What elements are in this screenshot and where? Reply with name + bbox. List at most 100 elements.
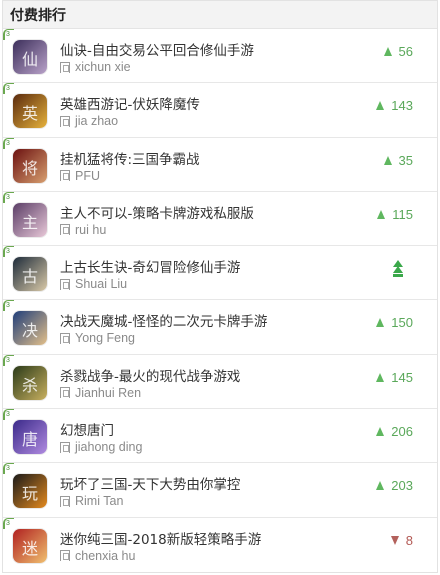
developer: jiahong ding bbox=[60, 440, 142, 454]
developer: Rimi Tan bbox=[60, 494, 123, 508]
rank-change: 206 bbox=[376, 424, 413, 439]
rank-up-arrow-icon bbox=[376, 101, 385, 111]
app-title-link[interactable]: 迷你纯三国-2018新版轻策略手游 bbox=[60, 528, 261, 548]
app-list-item[interactable]: 3 仙 仙诀-自由交易公平回合修仙手游 xichun xie 56 bbox=[3, 29, 437, 84]
app-icon-artwork: 决 bbox=[21, 321, 38, 341]
developer: jia zhao bbox=[60, 114, 118, 128]
app-list-item[interactable]: 3 将 挂机猛将传:三国争霸战 PFU 35 bbox=[3, 137, 437, 192]
rank-up-arrow-icon bbox=[376, 318, 385, 328]
app-list-item[interactable]: 3 主 主人不可以-策略卡牌游戏私服版 rui hu 115 bbox=[3, 191, 437, 247]
rank-change: 145 bbox=[376, 370, 413, 385]
app-list-item[interactable]: 3 唐 幻想唐门 jiahong ding 206 bbox=[3, 409, 437, 464]
rank-badge: 3 bbox=[3, 354, 14, 366]
shanggu-changsheng-app-icon[interactable]: 古 bbox=[13, 257, 47, 292]
rank-change-value: 56 bbox=[398, 44, 413, 59]
rank-change-value: 203 bbox=[391, 478, 413, 494]
panel-header: 付费排行 bbox=[3, 1, 437, 29]
developer-building-icon bbox=[60, 115, 70, 127]
app-title-link[interactable]: 英雄西游记-伏妖降魔传 bbox=[60, 93, 200, 113]
developer-building-icon bbox=[60, 224, 70, 236]
developer-name: Yong Feng bbox=[75, 331, 136, 346]
rank-up-arrow-icon bbox=[376, 372, 385, 382]
app-title-link[interactable]: 挂机猛将传:三国争霸战 bbox=[60, 148, 200, 168]
app-icon-artwork: 仙 bbox=[21, 50, 38, 69]
developer-building-icon bbox=[60, 61, 70, 73]
rank-change: 35 bbox=[383, 152, 413, 168]
developer: xichun xie bbox=[60, 60, 131, 74]
developer-building-icon bbox=[60, 332, 70, 344]
developer-name: Shuai Liu bbox=[75, 277, 128, 292]
app-icon-artwork: 迷 bbox=[21, 538, 38, 558]
app-title-link[interactable]: 玩坏了三国-天下大势由你掌控 bbox=[60, 473, 240, 493]
rank-change: 115 bbox=[377, 207, 413, 222]
developer-name: xichun xie bbox=[75, 60, 131, 74]
juezhan-tianmocheng-app-icon[interactable]: 决 bbox=[13, 311, 47, 346]
rank-change-value: 206 bbox=[391, 424, 413, 440]
app-title-link[interactable]: 上古长生诀-奇幻冒险修仙手游 bbox=[60, 256, 240, 276]
app-list-item[interactable]: 3 玩 玩坏了三国-天下大势由你掌控 Rimi Tan 203 bbox=[3, 463, 437, 518]
rank-badge: 3 bbox=[3, 29, 14, 40]
developer-building-icon bbox=[60, 387, 70, 399]
developer-name: PFU bbox=[75, 168, 100, 183]
app-icon-artwork: 唐 bbox=[21, 430, 38, 450]
panel-title: 付费排行 bbox=[10, 7, 66, 24]
developer: Shuai Liu bbox=[60, 277, 127, 291]
app-title-link[interactable]: 幻想唐门 bbox=[60, 419, 114, 439]
rank-change-value: 150 bbox=[391, 315, 413, 331]
rank-change: 8 bbox=[390, 532, 413, 548]
yingxiong-xiyouji-app-icon[interactable]: 英 bbox=[13, 94, 47, 129]
app-list-item[interactable]: 3 英 英雄西游记-伏妖降魔传 jia zhao 143 bbox=[3, 83, 437, 138]
rank-change-value: 35 bbox=[398, 152, 413, 168]
rank-change-value: 143 bbox=[391, 98, 413, 114]
developer-building-icon bbox=[60, 495, 70, 507]
developer-name: chenxia hu bbox=[75, 548, 136, 563]
app-icon-artwork: 杀 bbox=[21, 375, 38, 395]
developer: PFU bbox=[60, 169, 100, 183]
rank-change: 56 bbox=[383, 44, 413, 59]
app-title-link[interactable]: 决战天魔城-怪怪的二次元卡牌手游 bbox=[60, 310, 267, 330]
rank-change: 150 bbox=[376, 315, 413, 330]
rank-up-arrow-icon bbox=[377, 209, 386, 219]
rank-badge: 3 bbox=[3, 409, 14, 421]
rank-badge: 3 bbox=[3, 83, 14, 95]
rank-badge: 3 bbox=[3, 246, 14, 258]
rank-up-arrow-icon bbox=[376, 481, 385, 491]
app-list-item[interactable]: 3 决 决战天魔城-怪怪的二次元卡牌手游 Yong Feng 150 bbox=[3, 300, 437, 355]
paid-ranking-panel: 付费排行 3 仙仙诀-自由交易公平回合修仙手游 xichun xie 56 3 英英雄西游… bbox=[2, 0, 438, 573]
app-title-link[interactable]: 仙诀-自由交易公平回合修仙手游 bbox=[60, 39, 254, 59]
rank-change-value: 8 bbox=[405, 532, 413, 548]
app-list-item[interactable]: 3 杀 杀戮战争-最火的现代战争游戏 Jianhui Ren 145 bbox=[3, 354, 437, 410]
developer-name: rui hu bbox=[75, 222, 107, 237]
guaji-mengjiang-app-icon[interactable]: 将 bbox=[13, 148, 47, 183]
rank-change: 143 bbox=[376, 98, 413, 113]
developer-building-icon bbox=[60, 441, 70, 453]
developer-building-icon bbox=[60, 170, 70, 182]
rank-change: 203 bbox=[376, 478, 413, 493]
developer-building-icon bbox=[60, 278, 70, 290]
ranking-list: 3 仙仙诀-自由交易公平回合修仙手游 xichun xie 56 3 英英雄西游记-伏妖降… bbox=[3, 29, 437, 572]
app-title-link[interactable]: 杀戮战争-最火的现代战争游戏 bbox=[60, 365, 240, 385]
developer-name: jiahong ding bbox=[75, 440, 143, 455]
rank-badge: 3 bbox=[3, 137, 14, 149]
rank-up-arrow-icon bbox=[383, 155, 392, 165]
huanxiang-tangmen-app-icon[interactable]: 唐 bbox=[13, 420, 47, 455]
shalu-zhanzheng-app-icon[interactable]: 杀 bbox=[13, 365, 47, 400]
rank-change-value: 115 bbox=[392, 206, 413, 222]
developer: Yong Feng bbox=[60, 331, 135, 345]
wanhuai-sanguo-app-icon[interactable]: 玩 bbox=[13, 474, 47, 509]
rank-change-value: 145 bbox=[391, 369, 413, 385]
app-icon-artwork: 主 bbox=[21, 212, 38, 232]
mini-sanguo-app-icon[interactable]: 迷 bbox=[13, 528, 47, 563]
app-title-link[interactable]: 主人不可以-策略卡牌游戏私服版 bbox=[60, 202, 254, 222]
rank-badge: 3 bbox=[3, 191, 14, 203]
zhuren-bukeyi-app-icon[interactable]: 主 bbox=[13, 202, 47, 237]
developer-name: Rimi Tan bbox=[75, 494, 124, 509]
developer-name: Jianhui Ren bbox=[75, 385, 142, 400]
rank-badge: 3 bbox=[3, 463, 14, 475]
xianjue-app-icon[interactable]: 仙 bbox=[13, 40, 47, 74]
rank-up-arrow-icon bbox=[376, 427, 385, 437]
app-icon-artwork: 将 bbox=[21, 158, 38, 178]
app-list-item[interactable]: 3 迷 迷你纯三国-2018新版轻策略手游 chenxia hu 8 bbox=[3, 517, 437, 572]
app-list-item[interactable]: 3 古 上古长生诀-奇幻冒险修仙手游 Shuai Liu bbox=[3, 246, 437, 301]
app-icon-artwork: 玩 bbox=[21, 484, 38, 504]
